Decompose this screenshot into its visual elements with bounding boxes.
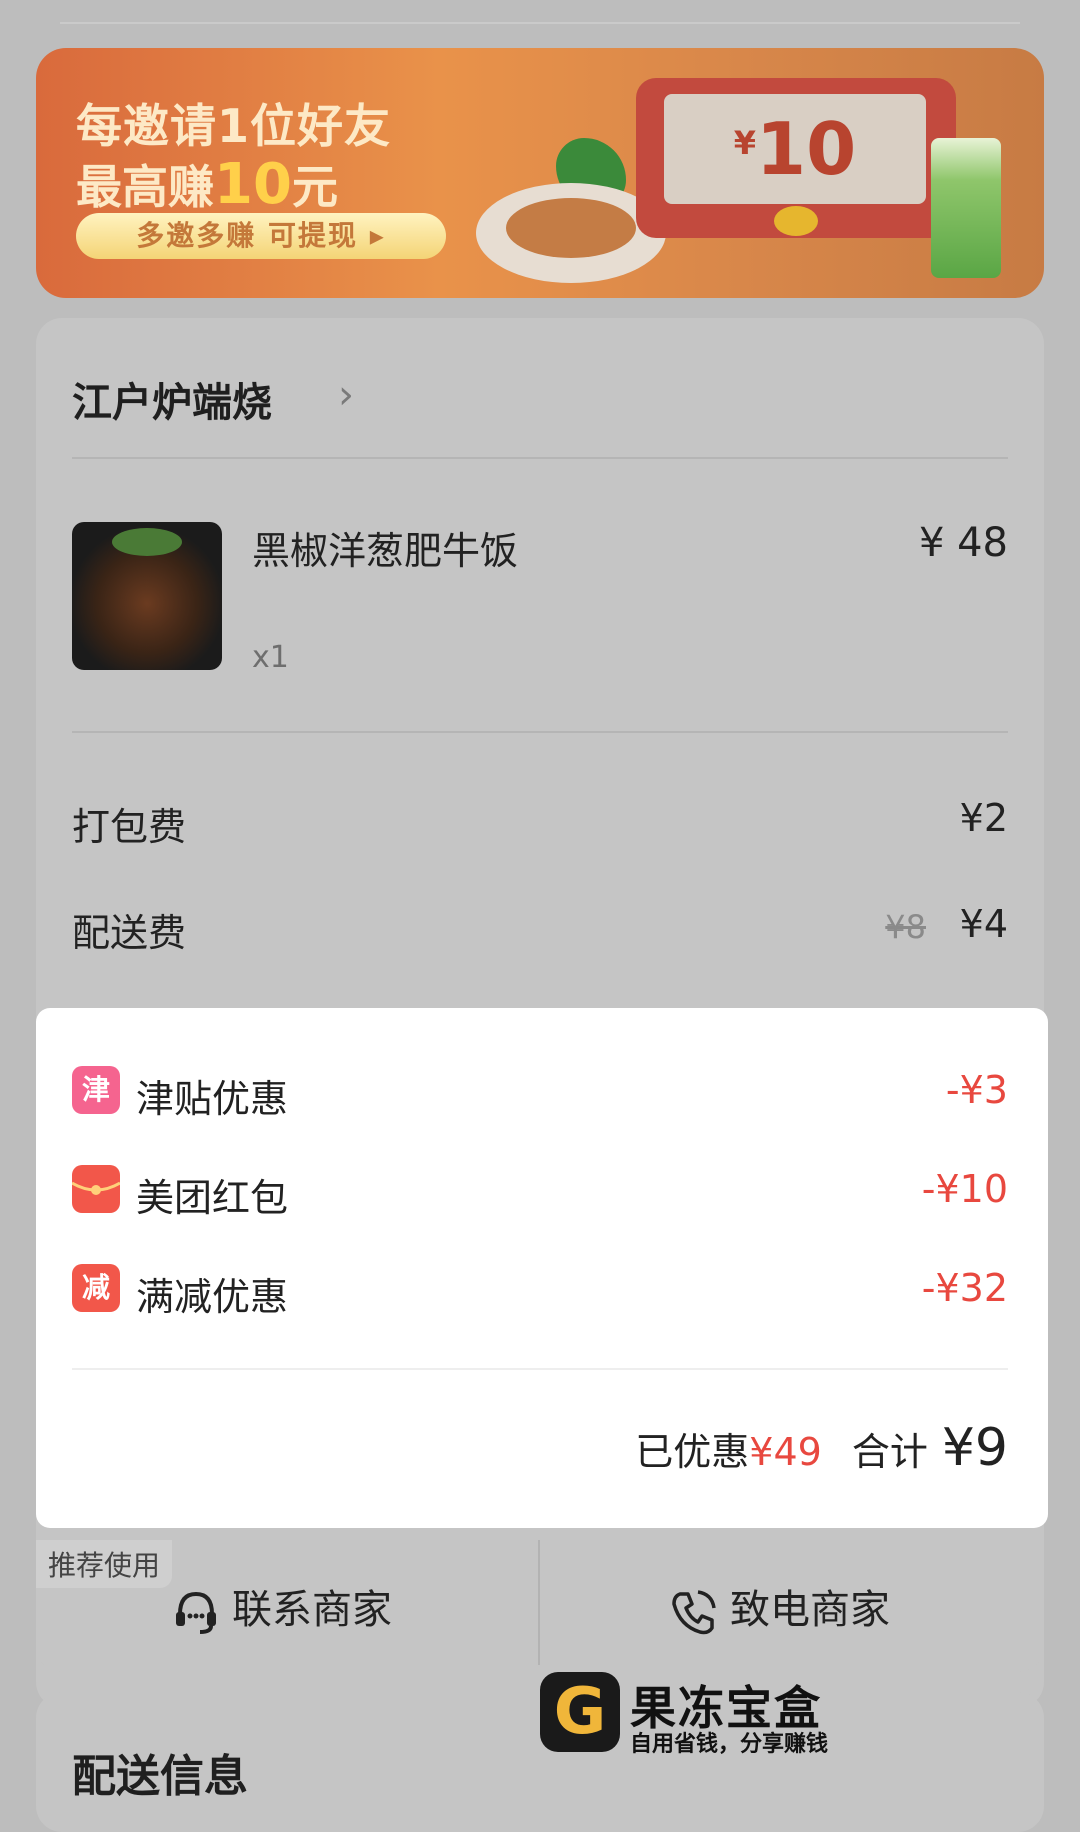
packing-fee-value: ¥2 — [959, 796, 1008, 840]
coin-icon — [774, 206, 818, 236]
discount-row-full-reduction: 减 满减优惠 -¥32 — [72, 1264, 1008, 1319]
banner-headline: 每邀请1位好友 — [76, 99, 392, 153]
chevron-right-icon[interactable]: › — [338, 372, 354, 418]
garnish — [112, 528, 182, 556]
invite-banner[interactable]: 每邀请1位好友 最高赚10元 多邀多赚 可提现 ▸ ¥10 — [36, 48, 1044, 298]
discount-amount: -¥32 — [921, 1266, 1008, 1310]
banner-cta-button[interactable]: 多邀多赚 可提现 ▸ — [76, 213, 446, 259]
saved-value: ¥49 — [749, 1430, 822, 1474]
discount-row-subsidy: 津 津贴优惠 -¥3 — [72, 1066, 1008, 1121]
coupon-ticket: ¥10 — [664, 94, 926, 204]
discount-amount: -¥3 — [945, 1068, 1008, 1112]
discount-label: 津贴优惠 — [136, 1077, 289, 1121]
recommended-tag: 推荐使用 — [36, 1540, 173, 1588]
delivery-fee-value: ¥4 — [959, 902, 1008, 946]
discount-amount: -¥10 — [921, 1167, 1008, 1211]
banner-subheadline: 最高赚10元 — [76, 152, 338, 217]
discount-label: 美团红包 — [136, 1176, 289, 1220]
packing-fee-label: 打包费 — [72, 805, 187, 849]
item-price: ¥ 48 — [918, 520, 1008, 566]
watermark-subtitle: 自用省钱，分享赚钱 — [630, 1732, 829, 1757]
total-value: ¥9 — [941, 1418, 1008, 1478]
shop-name[interactable]: 江户炉端烧 — [72, 370, 272, 428]
top-divider — [60, 22, 1020, 24]
divider — [72, 457, 1008, 459]
discount-row-red-packet: 美团红包 -¥10 — [71, 1165, 1008, 1220]
divider — [538, 1540, 540, 1665]
discount-label: 满减优惠 — [136, 1275, 289, 1319]
drink-illustration — [931, 138, 1001, 278]
call-merchant-label: 致电商家 — [730, 1587, 890, 1633]
chat-headset-icon — [170, 1586, 222, 1638]
food-illustration — [506, 198, 636, 258]
call-merchant-button[interactable]: 致电商家 — [668, 1580, 890, 1640]
phone-icon — [668, 1586, 720, 1638]
delivery-fee-original: ¥8 — [885, 908, 926, 946]
order-total: 已优惠¥49 合计 ¥9 — [635, 1418, 1008, 1478]
food-thumbnail[interactable] — [72, 522, 222, 670]
item-name: 黑椒洋葱肥牛饭 — [252, 529, 519, 573]
divider — [72, 731, 1008, 733]
item-quantity: x1 — [252, 640, 289, 675]
subsidy-icon: 津 — [72, 1066, 120, 1114]
delivery-fee-label: 配送费 — [72, 911, 187, 955]
delivery-info-title: 配送信息 — [72, 1751, 248, 1802]
discount-icon: 减 — [72, 1264, 120, 1312]
contact-merchant-button[interactable]: 联系商家 — [170, 1580, 392, 1640]
divider — [72, 1368, 1008, 1370]
saved-label: 已优惠 — [635, 1430, 750, 1474]
coupon-illustration: ¥10 — [636, 78, 956, 238]
total-label: 合计 — [851, 1430, 928, 1474]
watermark-logo-icon: G — [540, 1672, 620, 1752]
red-packet-icon — [71, 1165, 121, 1213]
contact-merchant-label: 联系商家 — [232, 1587, 392, 1633]
